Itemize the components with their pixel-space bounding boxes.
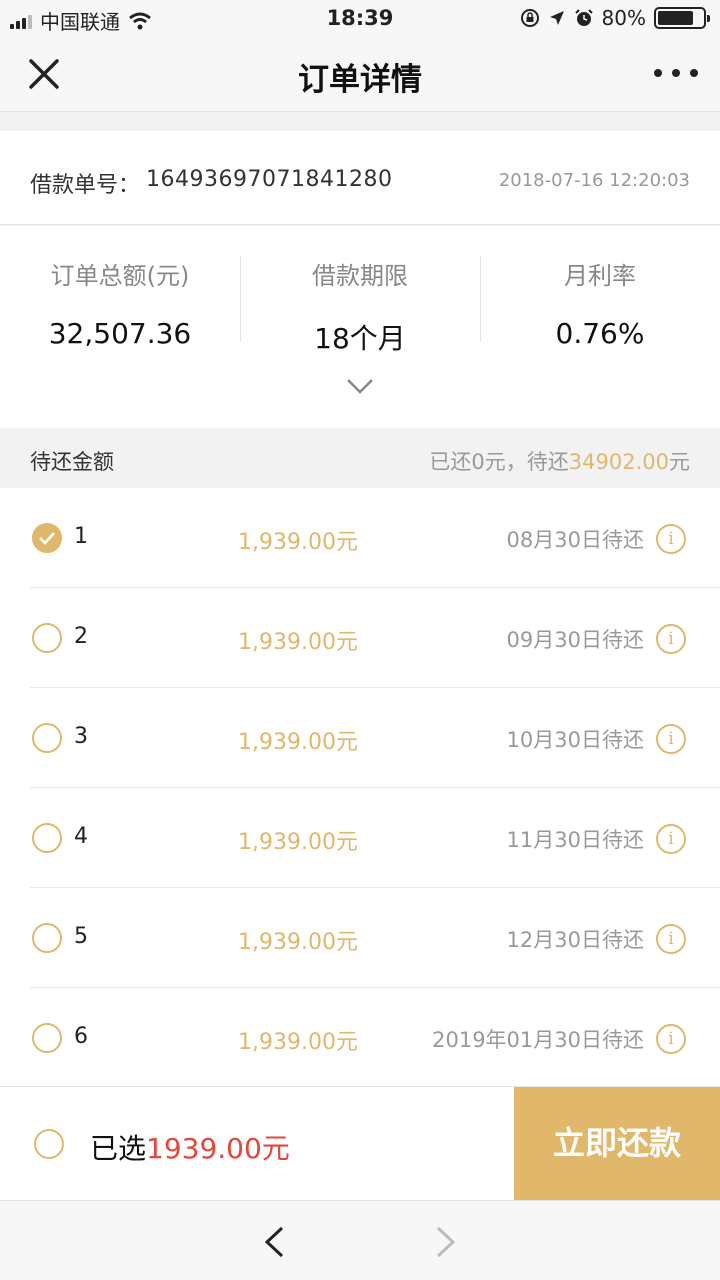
close-icon[interactable] xyxy=(26,56,62,92)
row-index: 1 xyxy=(74,524,88,549)
row-due-date: 09月30日待还 xyxy=(506,628,644,652)
installment-row[interactable]: 3 1,939.00元 10月30日待还 i xyxy=(0,688,720,788)
pending-summary-amount: 34902.00 xyxy=(568,450,669,474)
row-index: 5 xyxy=(74,924,88,949)
row-checkbox[interactable] xyxy=(32,1023,62,1053)
pending-label: 待还金额 xyxy=(30,450,114,474)
repay-now-button[interactable]: 立即还款 xyxy=(514,1087,720,1200)
order-timestamp: 2018-07-16 12:20:03 xyxy=(498,170,690,191)
row-index: 6 xyxy=(74,1024,88,1049)
pending-summary-suffix: 元 xyxy=(669,450,690,474)
row-amount: 1,939.00元 xyxy=(238,1030,358,1055)
stat-total: 订单总额(元) 32,507.36 xyxy=(0,256,240,350)
installment-row[interactable]: 6 1,939.00元 2019年01月30日待还 i xyxy=(0,988,720,1086)
stat-rate-value: 0.76% xyxy=(555,317,645,350)
installment-row[interactable]: 4 1,939.00元 11月30日待还 i xyxy=(0,788,720,888)
selected-label: 已选 xyxy=(90,1132,147,1165)
info-icon[interactable]: i xyxy=(656,624,686,654)
battery-icon xyxy=(654,7,710,29)
order-number-label: 借款单号： xyxy=(30,173,141,198)
row-due-date: 10月30日待还 xyxy=(506,728,644,752)
back-arrow-icon[interactable] xyxy=(262,1225,286,1259)
row-checkbox[interactable] xyxy=(32,723,62,753)
row-amount: 1,939.00元 xyxy=(238,930,358,955)
row-index: 3 xyxy=(74,724,88,749)
row-index: 2 xyxy=(74,624,88,649)
installment-row[interactable]: 5 1,939.00元 12月30日待还 i xyxy=(0,888,720,988)
info-icon[interactable]: i xyxy=(656,924,686,954)
row-due-date: 12月30日待还 xyxy=(506,928,644,952)
selected-amount: 1939.00元 xyxy=(146,1132,290,1165)
location-icon xyxy=(549,11,564,25)
stat-total-value: 32,507.36 xyxy=(48,317,192,350)
info-icon[interactable]: i xyxy=(656,724,686,754)
chevron-down-icon[interactable] xyxy=(346,376,374,396)
row-checkbox[interactable] xyxy=(32,523,62,553)
selected-total: 已选1939.00元 xyxy=(90,1127,290,1167)
rotation-lock-icon xyxy=(520,9,539,27)
status-bar: 中国联通 18:39 80% xyxy=(0,0,720,36)
pay-bar: 已选1939.00元 立即还款 xyxy=(0,1086,720,1200)
row-due-date: 08月30日待还 xyxy=(506,528,644,552)
row-checkbox[interactable] xyxy=(32,823,62,853)
select-all-checkbox[interactable] xyxy=(34,1129,64,1159)
row-checkbox[interactable] xyxy=(32,623,62,653)
battery-fill xyxy=(658,11,694,25)
row-amount: 1,939.00元 xyxy=(238,830,358,855)
stat-term-label: 借款期限 xyxy=(312,262,408,290)
pending-summary-prefix: 已还0元，待还 xyxy=(429,450,569,474)
battery-percent: 80% xyxy=(601,6,646,30)
nav-bar: 订单详情 xyxy=(0,36,720,112)
row-amount: 1,939.00元 xyxy=(238,730,358,755)
info-icon[interactable]: i xyxy=(656,524,686,554)
row-amount: 1,939.00元 xyxy=(238,630,358,655)
row-checkbox[interactable] xyxy=(32,923,62,953)
stat-total-label: 订单总额(元) xyxy=(50,262,190,290)
stat-rate: 月利率 0.76% xyxy=(480,256,720,350)
order-stats: 订单总额(元) 32,507.36 借款期限 18个月 月利率 0.76% xyxy=(0,226,720,428)
installment-row[interactable]: 2 1,939.00元 09月30日待还 i xyxy=(0,588,720,688)
row-amount: 1,939.00元 xyxy=(238,530,358,555)
more-icon[interactable] xyxy=(654,58,698,88)
installment-list: 1 1,939.00元 08月30日待还 i 2 1,939.00元 09月30… xyxy=(0,488,720,1086)
alarm-icon xyxy=(574,9,593,26)
order-header: 借款单号： 16493697071841280 2018-07-16 12:20… xyxy=(0,131,720,225)
info-icon[interactable]: i xyxy=(656,1024,686,1054)
order-number: 16493697071841280 xyxy=(146,167,393,192)
stat-term: 借款期限 18个月 xyxy=(240,256,480,357)
forward-arrow-icon[interactable] xyxy=(434,1225,458,1259)
row-due-date: 11月30日待还 xyxy=(506,828,644,852)
installment-row[interactable]: 1 1,939.00元 08月30日待还 i xyxy=(0,488,720,588)
status-right: 80% xyxy=(520,6,710,30)
page-title: 订单详情 xyxy=(298,62,422,98)
row-due-date: 2019年01月30日待还 xyxy=(432,1028,644,1052)
stat-term-value: 18个月 xyxy=(314,322,406,355)
info-icon[interactable]: i xyxy=(656,824,686,854)
pending-summary: 已还0元，待还34902.00元 xyxy=(429,446,690,476)
stat-rate-label: 月利率 xyxy=(564,262,636,290)
pending-amount-row: 待还金额 已还0元，待还34902.00元 xyxy=(0,428,720,488)
row-index: 4 xyxy=(74,824,88,849)
browser-toolbar xyxy=(0,1200,720,1280)
check-icon xyxy=(39,532,55,545)
